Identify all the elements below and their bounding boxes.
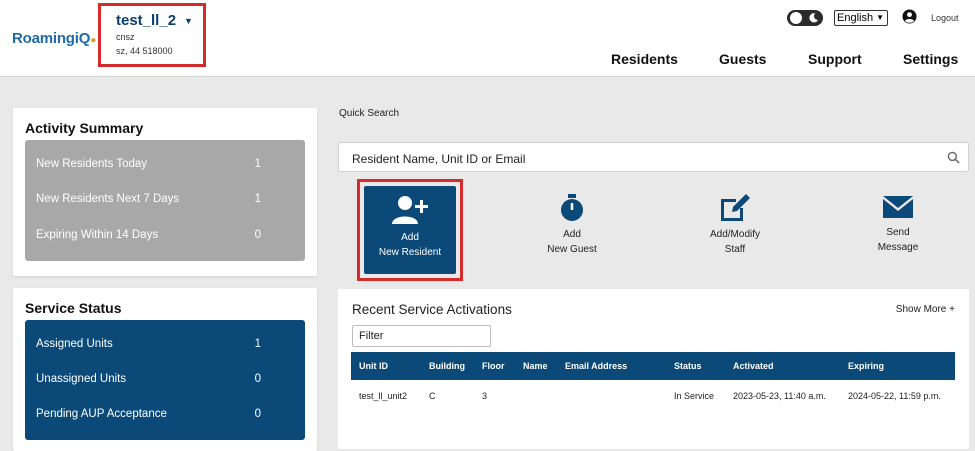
service-row[interactable]: Assigned Units 1 (36, 338, 261, 350)
nav-support[interactable]: Support (808, 51, 862, 67)
cell-floor: 3 (482, 391, 488, 401)
add-new-guest-button[interactable]: Add New Guest (532, 193, 612, 257)
service-status-card: Service Status Assigned Units 1 Unassign… (13, 288, 317, 451)
logout-link[interactable]: Logout (931, 13, 959, 23)
column-header[interactable]: Expiring (848, 361, 884, 371)
show-more-link[interactable]: Show More + (896, 304, 955, 315)
property-name: test_ll_2 (116, 12, 177, 29)
column-header[interactable]: Floor (482, 361, 505, 371)
stopwatch-icon (561, 194, 583, 221)
activity-row[interactable]: Expiring Within 14 Days 0 (36, 229, 261, 241)
filter-input[interactable]: Filter (352, 325, 491, 347)
chevron-down-icon: ▼ (876, 13, 884, 22)
activity-summary-panel: New Residents Today 1 New Residents Next… (25, 140, 305, 261)
add-user-icon (392, 196, 428, 224)
nav-guests[interactable]: Guests (719, 51, 766, 67)
column-header[interactable]: Status (674, 361, 702, 371)
toggle-knob (790, 12, 802, 24)
language-select[interactable]: English ▼ (834, 10, 888, 26)
column-header[interactable]: Building (429, 361, 465, 371)
user-account-icon[interactable] (902, 9, 917, 24)
add-modify-staff-button[interactable]: Add/Modify Staff (695, 193, 775, 257)
app-header: RoamingiQ● test_ll_2 ▼ cnsz sz, 44 51800… (0, 0, 975, 77)
service-status-panel: Assigned Units 1 Unassigned Units 0 Pend… (25, 320, 305, 440)
roamingiq-logo[interactable]: RoamingiQ● (12, 30, 96, 47)
property-address: sz, 44 518000 (116, 46, 173, 56)
search-icon[interactable] (947, 151, 960, 164)
activity-summary-title: Activity Summary (25, 120, 144, 136)
cell-building: C (429, 391, 436, 401)
nav-settings[interactable]: Settings (903, 51, 958, 67)
column-header[interactable]: Unit ID (359, 361, 388, 371)
property-selector[interactable]: test_ll_2 ▼ cnsz sz, 44 518000 (98, 3, 206, 67)
recent-activations-title: Recent Service Activations (352, 302, 512, 317)
edit-icon (721, 194, 750, 221)
caret-down-icon: ▼ (184, 15, 193, 26)
property-code: cnsz (116, 32, 135, 42)
moon-icon (809, 13, 819, 23)
quick-search-label: Quick Search (339, 108, 400, 119)
cell-expiring: 2024-05-22, 11:59 p.m. (848, 391, 941, 401)
activity-row[interactable]: New Residents Today 1 (36, 158, 261, 170)
send-message-button[interactable]: Send Message (858, 193, 938, 255)
service-row[interactable]: Pending AUP Acceptance 0 (36, 408, 261, 420)
add-new-resident-button[interactable]: Add New Resident (364, 186, 456, 274)
cell-activated: 2023-05-23, 11:40 a.m. (733, 391, 826, 401)
search-placeholder: Resident Name, Unit ID or Email (352, 152, 526, 166)
cell-unit-id: test_ll_unit2 (359, 391, 408, 401)
activity-row[interactable]: New Residents Next 7 Days 1 (36, 193, 261, 205)
service-row[interactable]: Unassigned Units 0 (36, 373, 261, 385)
quick-search-input[interactable]: Resident Name, Unit ID or Email (338, 142, 969, 172)
column-header[interactable]: Name (523, 361, 548, 371)
nav-residents[interactable]: Residents (611, 51, 678, 67)
dark-mode-toggle[interactable] (787, 10, 823, 26)
column-header[interactable]: Email Address (565, 361, 627, 371)
table-header: Unit ID Building Floor Name Email Addres… (351, 352, 955, 380)
activity-summary-card: Activity Summary New Residents Today 1 N… (13, 108, 317, 276)
column-header[interactable]: Activated (733, 361, 774, 371)
service-status-title: Service Status (25, 300, 122, 316)
cell-status: In Service (674, 391, 715, 401)
recent-activations-card: Recent Service Activations Show More + F… (338, 289, 969, 449)
envelope-icon (883, 196, 913, 218)
